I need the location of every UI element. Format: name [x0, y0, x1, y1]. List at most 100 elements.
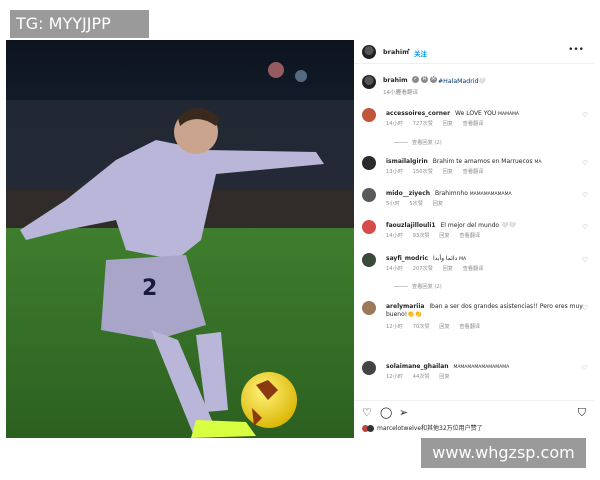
post-actions: ♡ ◯ ➢ ⛉ marcelotwelve和其他32万位用户赞了	[354, 400, 594, 438]
comment-body: arelymariia Iban a ser dos grandes asist…	[386, 303, 583, 310]
reply-button[interactable]: 回复	[439, 233, 449, 239]
caption-username[interactable]: brahim	[383, 77, 408, 84]
translate-link[interactable]: 查看翻译	[396, 88, 418, 96]
save-bookmark-icon[interactable]: ⛉	[578, 406, 586, 420]
follow-button[interactable]: 关注	[414, 48, 427, 58]
likes-summary-text[interactable]: marcelotwelve和其他32万位用户赞了	[377, 425, 483, 432]
comment-meta: 14小时 207次赞 回复 查看翻译	[386, 265, 491, 272]
comment-username[interactable]: accessoires_corner	[386, 110, 450, 117]
comment-username[interactable]: solaimane_ghailan	[386, 363, 449, 370]
avatar[interactable]	[362, 253, 376, 267]
avatar[interactable]	[362, 108, 376, 122]
comment-time: 12小时	[386, 324, 403, 330]
reply-button[interactable]: 回复	[443, 169, 453, 175]
comment-username[interactable]: sayfi_modric	[386, 255, 428, 262]
comment-time: 14小时	[386, 121, 403, 127]
comment-time: 12小时	[386, 374, 403, 380]
comment-body: ismailalgirin Brahim te amamos en Marrue…	[386, 158, 541, 165]
like-comment-heart-icon[interactable]: ♡	[582, 223, 588, 231]
translate-link[interactable]: 查看翻译	[463, 266, 484, 272]
translate-link[interactable]: 查看翻译	[463, 121, 484, 127]
avatar[interactable]	[362, 301, 376, 315]
like-comment-heart-icon[interactable]: ♡	[582, 111, 588, 119]
comment-username[interactable]: arelymariia	[386, 303, 424, 310]
share-icon[interactable]: ➢	[399, 406, 408, 419]
reply-button[interactable]: 回复	[443, 266, 453, 272]
like-comment-heart-icon[interactable]: ♡	[582, 191, 588, 199]
post-photo: 2	[6, 40, 354, 438]
flag-badge-icon: M	[430, 76, 437, 83]
comment-username[interactable]: faouzlajillouli1	[386, 222, 436, 229]
reply-button[interactable]: 回复	[439, 374, 449, 380]
top-overlay-label: TG: MYYJJPP	[10, 10, 149, 38]
comment-body: solaimane_ghailan MAMAMAMAMAMAMAMA	[386, 363, 509, 370]
avatar[interactable]	[362, 75, 376, 89]
header-username[interactable]: brahim	[383, 48, 409, 56]
comment-text: El mejor del mundo 🤍🤍	[440, 222, 516, 229]
comment-text-suffix: MAMAMAMAMAMAMAMA	[453, 365, 510, 370]
view-replies-link[interactable]: 查看回复 (2)	[394, 139, 442, 146]
avatar[interactable]	[362, 188, 376, 202]
comment-body: mido__ziyech Brahimnho MAMAMAMAMAMA	[386, 190, 512, 197]
comment-likes[interactable]: 93次赞	[413, 233, 430, 239]
translate-link[interactable]: 查看翻译	[463, 169, 484, 175]
likes-summary[interactable]: marcelotwelve和其他32万位用户赞了	[362, 423, 483, 432]
like-comment-heart-icon[interactable]: ♡	[582, 364, 588, 372]
comment-text: دائما وأبدا	[432, 255, 458, 262]
watermark-label: www.whgzsp.com	[421, 438, 586, 468]
comment-time: 13小时	[386, 169, 403, 175]
comment-likes[interactable]: 44次赞	[413, 374, 430, 380]
comment-username[interactable]: ismailalgirin	[386, 158, 428, 165]
like-comment-heart-icon[interactable]: ♡	[582, 256, 588, 264]
view-replies-label[interactable]: 查看回复 (2)	[412, 140, 442, 146]
badge-row: ✓ R M	[412, 76, 437, 83]
caption-text[interactable]: #HalaMadrid🤍	[438, 77, 486, 85]
comment-meta: 12小时 70次赞 回复 查看翻译	[386, 323, 488, 330]
avatar[interactable]	[362, 220, 376, 234]
comment-likes[interactable]: 207次赞	[413, 266, 433, 272]
club-badge-icon: R	[421, 76, 428, 83]
view-replies-link[interactable]: 查看回复 (2)	[394, 283, 442, 290]
svg-text:2: 2	[142, 276, 157, 301]
comment-body: faouzlajillouli1 El mejor del mundo 🤍🤍	[386, 222, 516, 229]
comment-meta: 14小时 727次赞 回复 查看翻译	[386, 120, 491, 127]
comment-icon[interactable]: ◯	[380, 406, 392, 419]
avatar[interactable]	[362, 156, 376, 170]
replies-divider	[394, 286, 408, 287]
comment-username[interactable]: mido__ziyech	[386, 190, 430, 197]
comment-text: Brahim te amamos en Marruecos	[432, 158, 533, 165]
comment-likes[interactable]: 727次赞	[413, 121, 433, 127]
reply-button[interactable]: 回复	[439, 324, 449, 330]
post-header: brahim • 关注 •••	[354, 40, 594, 64]
comment-likes[interactable]: 150次赞	[413, 169, 433, 175]
comment-meta: 14小时 93次赞 回复 查看翻译	[386, 232, 488, 239]
translate-link[interactable]: 查看翻译	[459, 324, 480, 330]
avatar[interactable]	[362, 45, 376, 59]
more-options-icon[interactable]: •••	[568, 45, 584, 55]
comment-text-suffix: MAMAMAMAMAMA	[469, 192, 512, 197]
instagram-panel: brahim • 关注 ••• brahim ✓ R M #HalaMadrid…	[354, 40, 594, 438]
like-comment-heart-icon[interactable]: ♡	[582, 159, 588, 167]
comment-likes[interactable]: 70次赞	[413, 324, 430, 330]
comment-body-cont: bueno!👏👏	[386, 311, 422, 318]
comment-meta: 13小时 150次赞 回复 查看翻译	[386, 168, 491, 175]
comment-time: 14小时	[386, 233, 403, 239]
translate-link[interactable]: 查看翻译	[459, 233, 480, 239]
comment-text: Brahimnho	[435, 190, 468, 197]
comment-text-suffix: MAMAMA	[498, 112, 520, 117]
comment-meta: 12小时 44次赞 回复	[386, 373, 458, 380]
reply-button[interactable]: 回复	[443, 121, 453, 127]
like-heart-icon[interactable]: ♡	[362, 406, 372, 419]
avatar[interactable]	[362, 361, 376, 375]
comment-text-continued: bueno!👏👏	[386, 311, 423, 318]
liker-avatar	[367, 425, 374, 432]
comment-time: 5小时	[386, 201, 400, 207]
comment-meta: 5小时 5次赞 回复	[386, 200, 451, 207]
like-comment-heart-icon[interactable]: ♡	[582, 304, 588, 312]
replies-divider	[394, 142, 408, 143]
comment-time: 14小时	[386, 266, 403, 272]
comment-body: accessoires_corner We LOVE YOU MAMAMA	[386, 110, 519, 117]
comment-likes[interactable]: 5次赞	[409, 201, 423, 207]
reply-button[interactable]: 回复	[433, 201, 443, 207]
view-replies-label[interactable]: 查看回复 (2)	[412, 284, 442, 290]
